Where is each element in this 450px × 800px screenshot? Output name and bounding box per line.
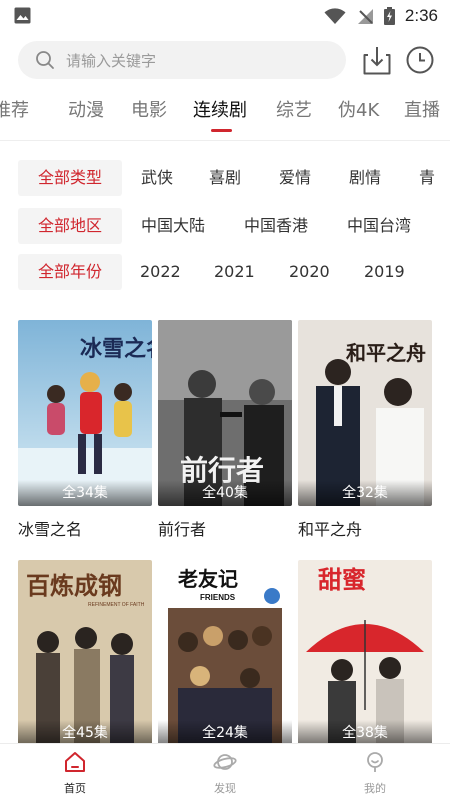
filter-option[interactable]: 爱情 xyxy=(279,160,311,196)
nav-label: 我的 xyxy=(364,782,386,795)
search-row: 请输入关键字 xyxy=(18,41,438,79)
poster-title-art: 冰雪之名 xyxy=(80,336,152,362)
filter-all-regions[interactable]: 全部地区 xyxy=(18,208,122,244)
nav-mine[interactable]: 我的 xyxy=(325,744,425,800)
bottom-nav: 首页 发现 我的 xyxy=(0,743,450,800)
show-title[interactable]: 前行者 xyxy=(158,516,206,540)
poster-title-art: 百炼成钢 xyxy=(26,571,122,600)
home-icon xyxy=(65,752,85,772)
poster-title-art: 和平之舟 xyxy=(346,341,426,365)
tab-variety[interactable]: 综艺 xyxy=(276,95,312,129)
status-time: 2:36 xyxy=(404,6,438,25)
filter-all-years[interactable]: 全部年份 xyxy=(18,254,122,290)
poster-image[interactable]: 和平之舟 全32集 xyxy=(298,320,432,506)
show-title[interactable]: 冰雪之名 xyxy=(18,516,82,540)
search-input[interactable]: 请输入关键字 xyxy=(18,41,346,79)
poster-image[interactable]: 冰雪之名 全34集 xyxy=(18,320,152,506)
filter-row-region: 全部地区 中国大陆 中国香港 中国台湾 xyxy=(18,208,450,244)
filter-all-types[interactable]: 全部类型 xyxy=(18,160,122,196)
active-tab-indicator xyxy=(211,129,232,132)
filter-option[interactable]: 2019 xyxy=(364,254,405,290)
search-placeholder: 请输入关键字 xyxy=(66,51,157,70)
episode-badge: 全32集 xyxy=(298,480,432,506)
filter-option[interactable]: 中国大陆 xyxy=(141,208,205,244)
filter-option[interactable]: 中国台湾 xyxy=(347,208,411,244)
filter-option[interactable]: 2020 xyxy=(289,254,330,290)
gallery-icon xyxy=(14,7,31,24)
filter-row-type: 全部类型 武侠 喜剧 爱情 剧情 青 xyxy=(18,160,450,196)
nav-home[interactable]: 首页 xyxy=(25,744,125,800)
episode-badge: 全34集 xyxy=(18,480,152,506)
nav-label: 首页 xyxy=(64,782,86,795)
history-icon[interactable] xyxy=(405,45,435,75)
poster-subtitle-art: REFINEMENT OF FAITH xyxy=(88,602,145,608)
poster-image[interactable]: 老友记 FRIENDS 全24集 xyxy=(158,560,292,746)
nav-discover[interactable]: 发现 xyxy=(175,744,275,800)
tabs-divider xyxy=(0,140,450,141)
filter-option[interactable]: 2021 xyxy=(214,254,255,290)
filter-option[interactable]: 2022 xyxy=(140,254,181,290)
search-icon xyxy=(36,51,54,69)
show-title[interactable]: 和平之舟 xyxy=(298,516,362,540)
filter-option[interactable]: 中国香港 xyxy=(244,208,308,244)
planet-icon xyxy=(213,754,237,770)
tab-recommend[interactable]: 推荐 xyxy=(0,95,29,129)
download-icon[interactable] xyxy=(362,44,392,76)
filter-option[interactable]: 剧情 xyxy=(349,160,381,196)
no-signal-icon xyxy=(357,8,373,24)
battery-charging-icon xyxy=(383,7,395,25)
poster-title-art: 老友记 xyxy=(178,567,238,591)
poster-image[interactable]: 甜蜜 全38集 xyxy=(298,560,432,746)
nav-label: 发现 xyxy=(214,782,236,795)
profile-icon xyxy=(367,752,383,772)
tab-tv-series[interactable]: 连续剧 xyxy=(193,95,247,129)
tab-live[interactable]: 直播 xyxy=(404,95,440,129)
episode-badge: 全40集 xyxy=(158,480,292,506)
tab-anime[interactable]: 动漫 xyxy=(68,95,104,129)
poster-subtitle-art: FRIENDS xyxy=(200,593,236,602)
filter-option[interactable]: 武侠 xyxy=(141,160,173,196)
poster-title-art: 甜蜜 xyxy=(318,565,366,594)
poster-image[interactable]: 百炼成钢 REFINEMENT OF FAITH 全45集 xyxy=(18,560,152,746)
wifi-icon xyxy=(324,7,346,24)
tab-movie[interactable]: 电影 xyxy=(131,95,167,129)
poster-image[interactable]: 前行者 全40集 xyxy=(158,320,292,506)
category-tabs: 推荐 动漫 电影 连续剧 综艺 伪4K 直播 xyxy=(0,95,450,132)
tab-pseudo-4k[interactable]: 伪4K xyxy=(338,95,379,129)
status-bar: 2:36 xyxy=(0,0,450,32)
filter-option[interactable]: 喜剧 xyxy=(209,160,241,196)
filter-option[interactable]: 青 xyxy=(419,160,435,196)
filter-row-year: 全部年份 2022 2021 2020 2019 xyxy=(18,254,450,290)
